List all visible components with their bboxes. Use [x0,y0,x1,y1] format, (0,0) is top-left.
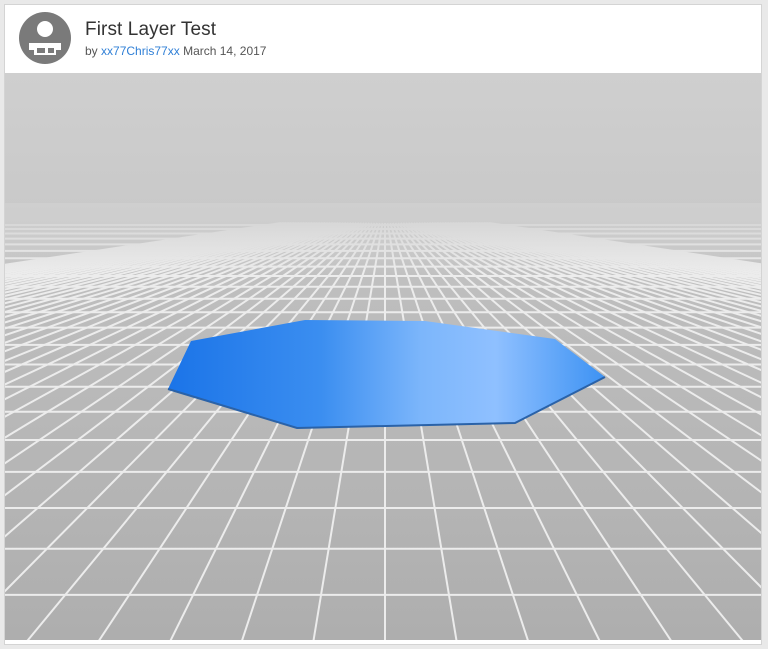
post-meta: by xx77Chris77xx March 14, 2017 [85,44,266,58]
post-date: March 14, 2017 [183,44,267,58]
author-link[interactable]: xx77Chris77xx [101,44,180,58]
post-card: First Layer Test by xx77Chris77xx March … [4,4,762,645]
horizon-fog [5,203,761,273]
footer-strip [5,640,761,644]
post-header: First Layer Test by xx77Chris77xx March … [5,5,761,73]
model-viewer[interactable] [5,73,762,640]
post-title: First Layer Test [85,19,217,40]
by-label: by [85,44,98,58]
user-avatar-icon[interactable] [19,12,71,64]
model-viewer-canvas[interactable] [5,73,762,640]
